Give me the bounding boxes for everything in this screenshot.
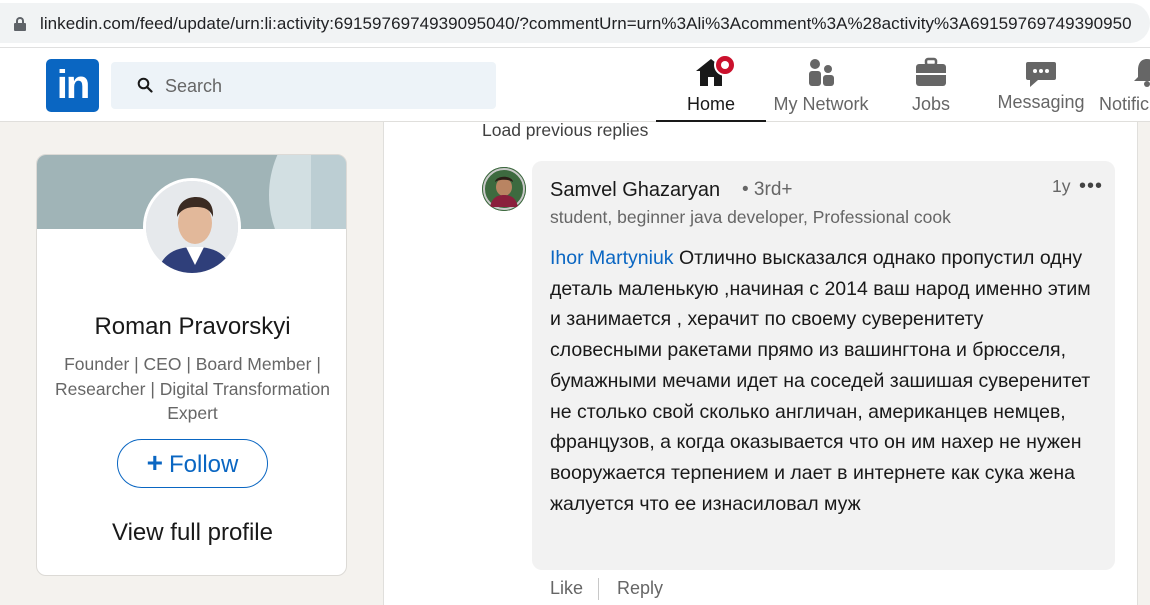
connection-degree: • 3rd+ [742, 179, 793, 200]
reply-button[interactable]: Reply [617, 578, 663, 599]
comment-author-headline: student, beginner java developer, Profes… [550, 207, 951, 227]
briefcase-icon [916, 57, 946, 86]
profile-name[interactable]: Roman Pravorskyi [37, 313, 346, 341]
person-photo-icon [482, 167, 526, 211]
comment-body: Отлично высказался однако пропустил одну… [550, 247, 1091, 515]
person-photo-icon [146, 181, 238, 273]
search-icon [137, 77, 153, 93]
comment-bubble: Samvel Ghazaryan • 3rd+ 1y ••• student, … [532, 161, 1115, 570]
profile-headline: Founder | CEO | Board Member | Researche… [55, 354, 330, 423]
nav-my-network-label: My Network [773, 94, 869, 114]
view-full-profile-link[interactable]: View full profile [37, 519, 346, 547]
follow-label: Follow [169, 451, 239, 478]
url-field[interactable]: linkedin.com/feed/update/urn:li:activity… [0, 3, 1150, 43]
top-nav: in Home My Network Jobs [0, 48, 1150, 122]
nav-my-network[interactable]: My Network [766, 48, 876, 122]
bell-icon [1134, 59, 1150, 87]
profile-card: Roman Pravorskyi Founder | CEO | Board M… [36, 154, 347, 576]
feed-panel: Load previous replies Samvel Ghazaryan •… [383, 120, 1138, 605]
network-icon [809, 59, 834, 86]
browser-address-bar: linkedin.com/feed/update/urn:li:activity… [0, 0, 1150, 48]
lock-icon[interactable] [14, 17, 26, 31]
linkedin-logo-icon[interactable]: in [46, 59, 99, 112]
nav-notifications-label: Notific [1099, 94, 1150, 114]
nav-home-label: Home [686, 94, 735, 114]
follow-button[interactable]: + Follow [117, 439, 268, 488]
mention-link[interactable]: Ihor Martyniuk [550, 247, 674, 269]
search-box[interactable] [111, 62, 496, 109]
url-text[interactable]: linkedin.com/feed/update/urn:li:activity… [40, 14, 1132, 34]
comment-text: Ihor Martyniuk Отлично высказался однако… [550, 243, 1100, 519]
commenter-avatar[interactable] [482, 167, 526, 211]
search-input[interactable] [165, 72, 465, 100]
comment-actions: Like Reply [550, 578, 663, 601]
nav-messaging[interactable]: Messaging [986, 48, 1096, 122]
comment-time: 1y [1052, 176, 1071, 196]
comment-author[interactable]: Samvel Ghazaryan [550, 179, 720, 202]
profile-avatar[interactable] [143, 178, 241, 276]
load-previous-replies-button[interactable]: Load previous replies [482, 120, 648, 141]
more-options-icon[interactable]: ••• [1079, 175, 1103, 198]
nav-jobs-label: Jobs [911, 94, 951, 114]
nav-messaging-label: Messaging [997, 92, 1085, 112]
nav-jobs[interactable]: Jobs [876, 48, 986, 122]
action-divider [598, 578, 600, 601]
like-button[interactable]: Like [550, 578, 583, 599]
nav-home[interactable]: Home [656, 48, 766, 122]
plus-icon: + [146, 447, 163, 478]
notification-badge [714, 54, 736, 76]
nav-notifications[interactable]: Notific [1096, 48, 1150, 122]
messaging-icon [1026, 62, 1056, 87]
